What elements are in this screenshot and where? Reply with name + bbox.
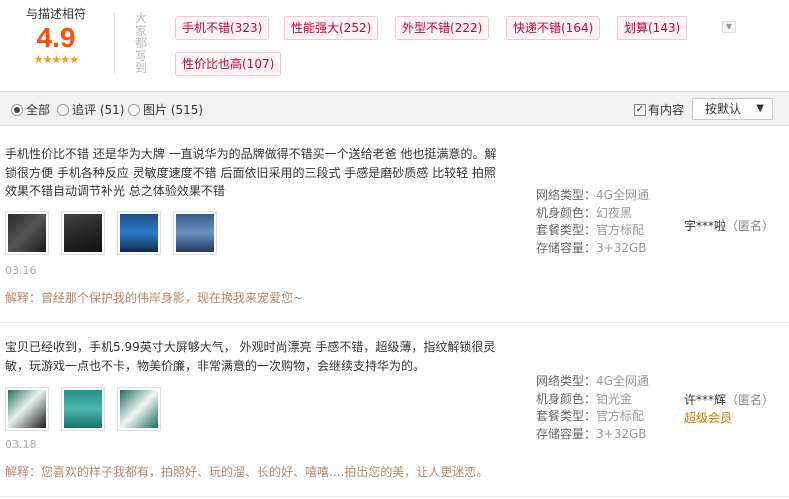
filter-all-label: 全部 [26, 103, 51, 117]
spec-key: 网络类型： [536, 188, 597, 202]
score-value: 4.9 [36, 22, 76, 53]
radio-icon[interactable] [128, 104, 140, 116]
score-box: 与描述相符 4.9 ★★★★★ [0, 6, 112, 66]
spec-key: 套餐类型： [536, 223, 597, 237]
review-thumbnail[interactable] [5, 211, 49, 255]
review-thumbnail[interactable] [173, 211, 217, 255]
header-divider [114, 12, 115, 74]
reviewer-username: 许***辉 [684, 393, 727, 407]
seller-reply: 解释：您喜欢的样子我都有，拍照好、玩的溜、长的好、嘻嘻....拍出您的美，让人更… [5, 465, 489, 479]
checkbox-icon[interactable]: ✓ [634, 104, 646, 116]
review-thumbnail[interactable] [117, 387, 161, 431]
reviewer-name: 许***辉（匿名） [684, 391, 774, 408]
spec-storage: 3+32GB [596, 240, 647, 255]
member-badge: 超级会员 [684, 411, 733, 425]
review-thumbnail[interactable] [61, 211, 105, 255]
chevron-down-icon: ▼ [756, 103, 764, 114]
tag-appearance[interactable]: 外型不错(222) [395, 16, 490, 40]
sort-select-label: 按默认 [705, 102, 742, 116]
spec-package: 官方标配 [596, 223, 645, 237]
filter-bar: 全部 追评 (51) 图片 (515) ✓ 有内容 按默认 ▼ [0, 91, 789, 126]
spec-key: 套餐类型： [536, 409, 597, 423]
tag-performance[interactable]: 性能强大(252) [284, 16, 379, 40]
sort-select[interactable]: 按默认 ▼ [692, 98, 773, 120]
spec-color: 幻夜黑 [596, 205, 633, 220]
review-date: 03.16 [5, 264, 37, 277]
spec-key: 网络类型： [536, 374, 597, 388]
tag-phone-good[interactable]: 手机不错(323) [175, 16, 270, 40]
product-specs: 网络类型：4G全网通 机身颜色：幻夜黑 套餐类型：官方标配 存储容量：3+32G… [536, 187, 649, 257]
spec-package: 官方标配 [596, 409, 645, 423]
spec-key: 机身颜色： [536, 391, 597, 406]
review-thumbnail[interactable] [5, 387, 49, 431]
review-divider [0, 322, 789, 323]
spec-color: 铂光金 [596, 391, 633, 406]
review-text: 宝贝已经收到，手机5.99英寸大屏够大气， 外观时尚漂亮 手感不错，超级薄，指纹… [5, 340, 496, 373]
review-thumbnail[interactable] [117, 211, 161, 255]
review-divider [0, 496, 789, 497]
filter-followup-label: 追评 (51) [72, 103, 125, 117]
spec-network: 4G全网通 [596, 188, 649, 202]
filter-followup[interactable]: 追评 (51) [57, 102, 124, 118]
seller-reply: 解释：曾经那个保护我的伟岸身影，现在换我来宠爱您~ [5, 291, 304, 305]
review-thumbnail[interactable] [61, 387, 105, 431]
score-label: 与描述相符 [25, 7, 86, 21]
filter-all[interactable]: 全部 [11, 102, 50, 118]
spec-key: 存储容量： [536, 240, 597, 255]
spec-key: 存储容量： [536, 426, 597, 441]
spec-key: 机身颜色： [536, 205, 597, 220]
radio-icon[interactable] [11, 104, 23, 116]
review-thumbnails [5, 387, 173, 431]
tag-worth-it[interactable]: 划算(143) [617, 16, 688, 40]
anonymous-label: （匿名） [726, 393, 775, 407]
tag-value[interactable]: 性价比也高(107) [175, 52, 282, 76]
tag-delivery[interactable]: 快递不错(164) [506, 16, 601, 40]
rating-header: 与描述相符 4.9 ★★★★★ 大家都写到 手机不错(323) 性能强大(252… [0, 0, 789, 90]
tags-label: 大家都写到 [135, 11, 148, 75]
has-content-filter[interactable]: ✓ 有内容 [634, 102, 684, 118]
review-date: 03.18 [5, 438, 37, 451]
anonymous-label: （匿名） [726, 219, 775, 233]
spec-storage: 3+32GB [596, 426, 647, 441]
filter-images[interactable]: 图片 (515) [128, 102, 203, 118]
chevron-down-icon[interactable]: ▼ [722, 21, 736, 33]
review-thumbnails [5, 211, 229, 255]
filter-images-label: 图片 (515) [143, 103, 204, 117]
star-rating-icon: ★★★★★ [33, 53, 79, 66]
radio-icon[interactable] [57, 104, 69, 116]
product-specs: 网络类型：4G全网通 机身颜色：铂光金 套餐类型：官方标配 存储容量：3+32G… [536, 373, 649, 443]
reviewer-username: 宇***啦 [684, 219, 727, 233]
review-text: 手机性价比不错 还是华为大牌 一直说华为的品牌做得不错买一个送给老爸 他也挺满意… [5, 147, 497, 198]
spec-network: 4G全网通 [596, 374, 649, 388]
has-content-label: 有内容 [648, 103, 685, 117]
reviewer-name: 宇***啦（匿名） [684, 217, 774, 234]
